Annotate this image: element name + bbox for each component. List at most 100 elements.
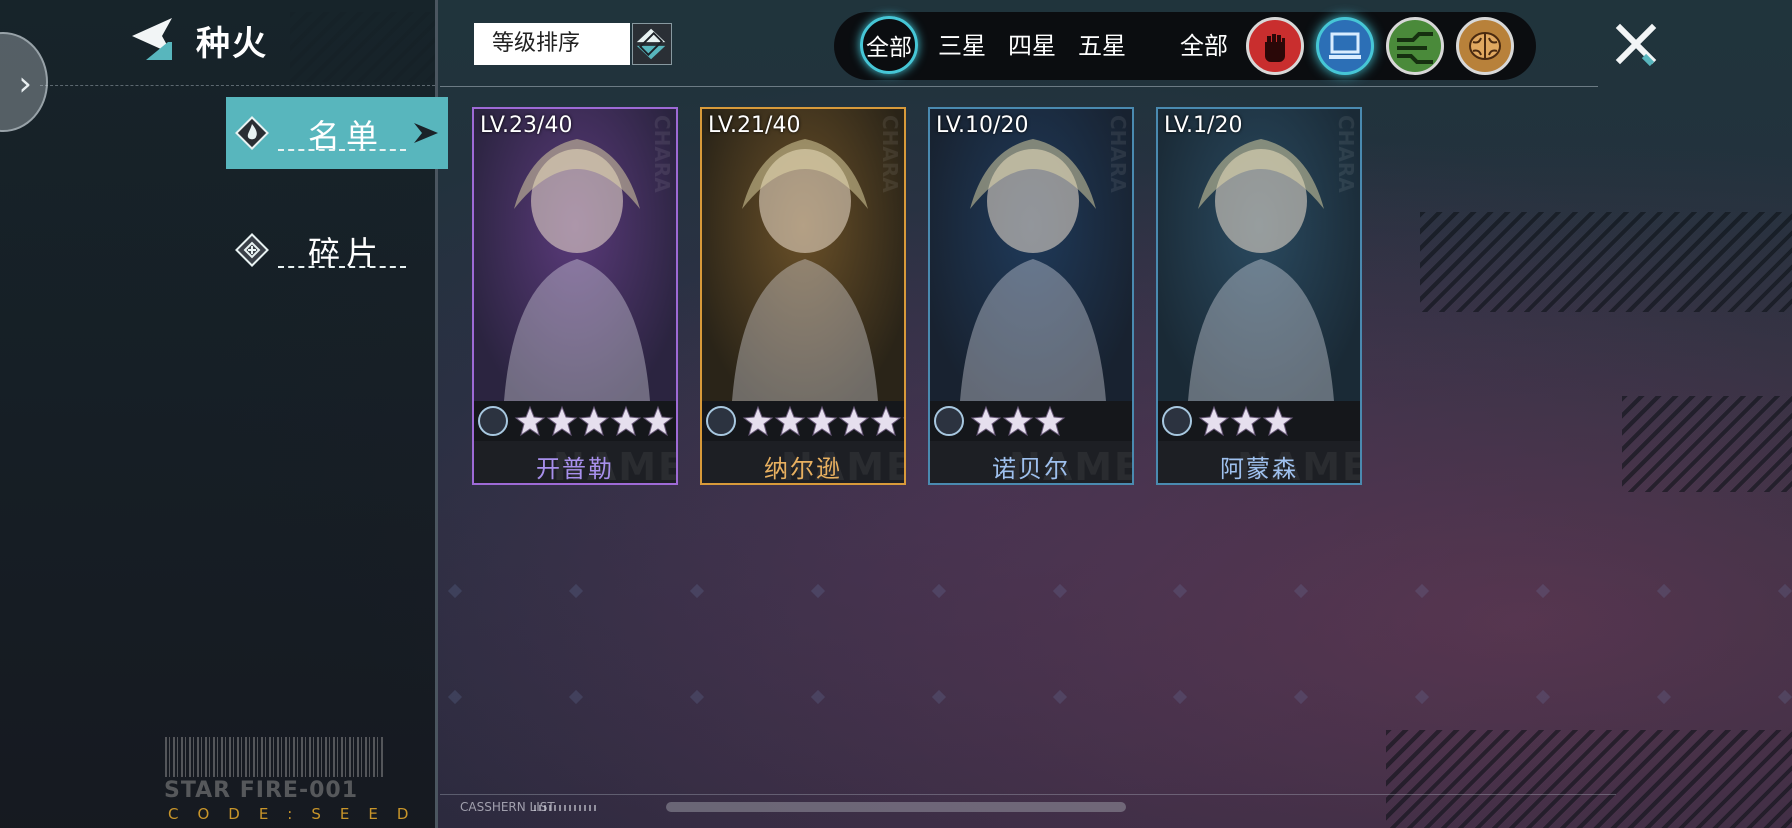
star-icon bbox=[1002, 405, 1034, 437]
star-icon bbox=[1262, 405, 1294, 437]
horizontal-scrollbar[interactable] bbox=[666, 802, 1126, 812]
sort-dropdown[interactable]: 等级排序 bbox=[474, 23, 672, 65]
computer-icon bbox=[706, 406, 736, 436]
star-icon bbox=[1230, 405, 1262, 437]
hatch-decoration bbox=[1420, 212, 1792, 312]
diamond-dot bbox=[810, 583, 825, 599]
class-filter-computer[interactable] bbox=[1316, 17, 1374, 75]
hatch-decoration bbox=[1386, 730, 1792, 828]
diamond-dot bbox=[568, 583, 583, 599]
character-card[interactable]: LV.1/20 CHARA NAME 阿蒙森 bbox=[1156, 107, 1362, 485]
diamond-dot bbox=[1173, 583, 1188, 599]
card-level: LV.10/20 bbox=[936, 113, 1029, 138]
nav-item-fragments[interactable]: 碎片 bbox=[226, 214, 448, 286]
header-line bbox=[440, 86, 1598, 87]
fist-icon bbox=[1265, 34, 1285, 62]
close-icon[interactable] bbox=[1614, 22, 1658, 66]
star-icon bbox=[970, 405, 1002, 437]
diamond-dot bbox=[1052, 689, 1067, 705]
diamond-dot bbox=[689, 689, 704, 705]
diamond-dot bbox=[447, 689, 463, 705]
star-icon bbox=[838, 405, 870, 437]
character-name: 纳尔逊 bbox=[764, 455, 842, 483]
diamond-dot bbox=[568, 689, 583, 705]
star-icon bbox=[1034, 405, 1066, 437]
star-icon bbox=[578, 405, 610, 437]
star-icon bbox=[1198, 405, 1230, 437]
character-portrait bbox=[702, 109, 904, 401]
star-icon bbox=[642, 405, 674, 437]
diamond-dot bbox=[689, 583, 704, 599]
computer-icon bbox=[1162, 406, 1192, 436]
diamond-dot bbox=[1656, 689, 1672, 705]
fragment-diamond-icon bbox=[235, 233, 269, 267]
filter-rarity-3[interactable]: 三星 bbox=[938, 12, 986, 80]
star-icon bbox=[742, 405, 774, 437]
card-watermark: CHARA bbox=[878, 115, 902, 193]
card-info: NAME 开普勒 bbox=[474, 401, 676, 483]
star-icon bbox=[546, 405, 578, 437]
character-portrait bbox=[930, 109, 1132, 401]
list-ticks bbox=[534, 805, 598, 811]
card-info-bar bbox=[702, 401, 904, 441]
card-level: LV.23/40 bbox=[480, 113, 573, 138]
star-icon bbox=[514, 405, 546, 437]
class-filter-brain[interactable] bbox=[1456, 17, 1514, 75]
diamond-dot bbox=[1173, 689, 1188, 705]
code-title: STAR FIRE-001 bbox=[164, 778, 359, 803]
diamond-dot bbox=[1415, 583, 1430, 599]
header-dashed-line bbox=[40, 85, 435, 86]
sort-label[interactable]: 等级排序 bbox=[474, 23, 630, 65]
filter-rarity-all[interactable]: 全部 bbox=[860, 16, 918, 74]
code-subtitle: CODE:SEED bbox=[168, 805, 428, 823]
star-rating bbox=[970, 405, 1066, 437]
back-arrow-icon[interactable] bbox=[128, 16, 176, 62]
character-card[interactable]: LV.21/40 CHARA NAME 纳尔逊 bbox=[700, 107, 906, 485]
flame-diamond-icon bbox=[235, 116, 269, 150]
diamond-dot bbox=[1656, 583, 1672, 599]
footer-line bbox=[440, 794, 1616, 795]
class-filter-fist[interactable] bbox=[1246, 17, 1304, 75]
character-name: 开普勒 bbox=[536, 455, 614, 483]
diamond-dot bbox=[1777, 583, 1792, 599]
diamond-dot bbox=[810, 689, 825, 705]
card-watermark: CHARA bbox=[1334, 115, 1358, 193]
chevron-right-icon: › bbox=[18, 64, 32, 104]
card-info-bar bbox=[1158, 401, 1360, 441]
nav-underline bbox=[278, 266, 406, 268]
filter-class-all[interactable]: 全部 bbox=[1180, 12, 1228, 80]
card-info-bar bbox=[930, 401, 1132, 441]
filter-bar: 全部 三星 四星 五星 全部 bbox=[834, 12, 1536, 80]
star-icon bbox=[610, 405, 642, 437]
star-icon bbox=[806, 405, 838, 437]
star-icon bbox=[870, 405, 902, 437]
brain-icon bbox=[1469, 32, 1501, 60]
diamond-dot bbox=[1052, 583, 1067, 599]
star-rating bbox=[514, 405, 674, 437]
page-title: 种火 bbox=[196, 24, 268, 64]
diamond-dot bbox=[1536, 583, 1551, 599]
diamond-dot bbox=[931, 583, 946, 599]
character-portrait bbox=[1158, 109, 1360, 401]
character-name: 诺贝尔 bbox=[992, 455, 1070, 483]
arrow-right-icon bbox=[414, 123, 438, 143]
character-card[interactable]: LV.10/20 CHARA NAME 诺贝尔 bbox=[928, 107, 1134, 485]
diamond-dot bbox=[1777, 689, 1792, 705]
card-level: LV.21/40 bbox=[708, 113, 801, 138]
diamond-dot bbox=[1415, 689, 1430, 705]
diamond-dots bbox=[447, 689, 1792, 712]
card-level: LV.1/20 bbox=[1164, 113, 1243, 138]
character-card[interactable]: LV.23/40 CHARA NAME 开普勒 bbox=[472, 107, 678, 485]
class-filter-circuit[interactable] bbox=[1386, 17, 1444, 75]
sort-arrows-icon bbox=[636, 28, 666, 60]
filter-rarity-4[interactable]: 四星 bbox=[1008, 12, 1056, 80]
sort-toggle-button[interactable] bbox=[632, 23, 672, 65]
filter-rarity-5[interactable]: 五星 bbox=[1078, 12, 1126, 80]
nav-item-list[interactable]: 名单 bbox=[226, 97, 448, 169]
card-watermark: CHARA bbox=[1106, 115, 1130, 193]
nav-underline bbox=[278, 149, 406, 151]
star-rating bbox=[1198, 405, 1294, 437]
card-info: NAME 阿蒙森 bbox=[1158, 401, 1360, 483]
character-portrait bbox=[474, 109, 676, 401]
diamond-dot bbox=[1294, 583, 1309, 599]
